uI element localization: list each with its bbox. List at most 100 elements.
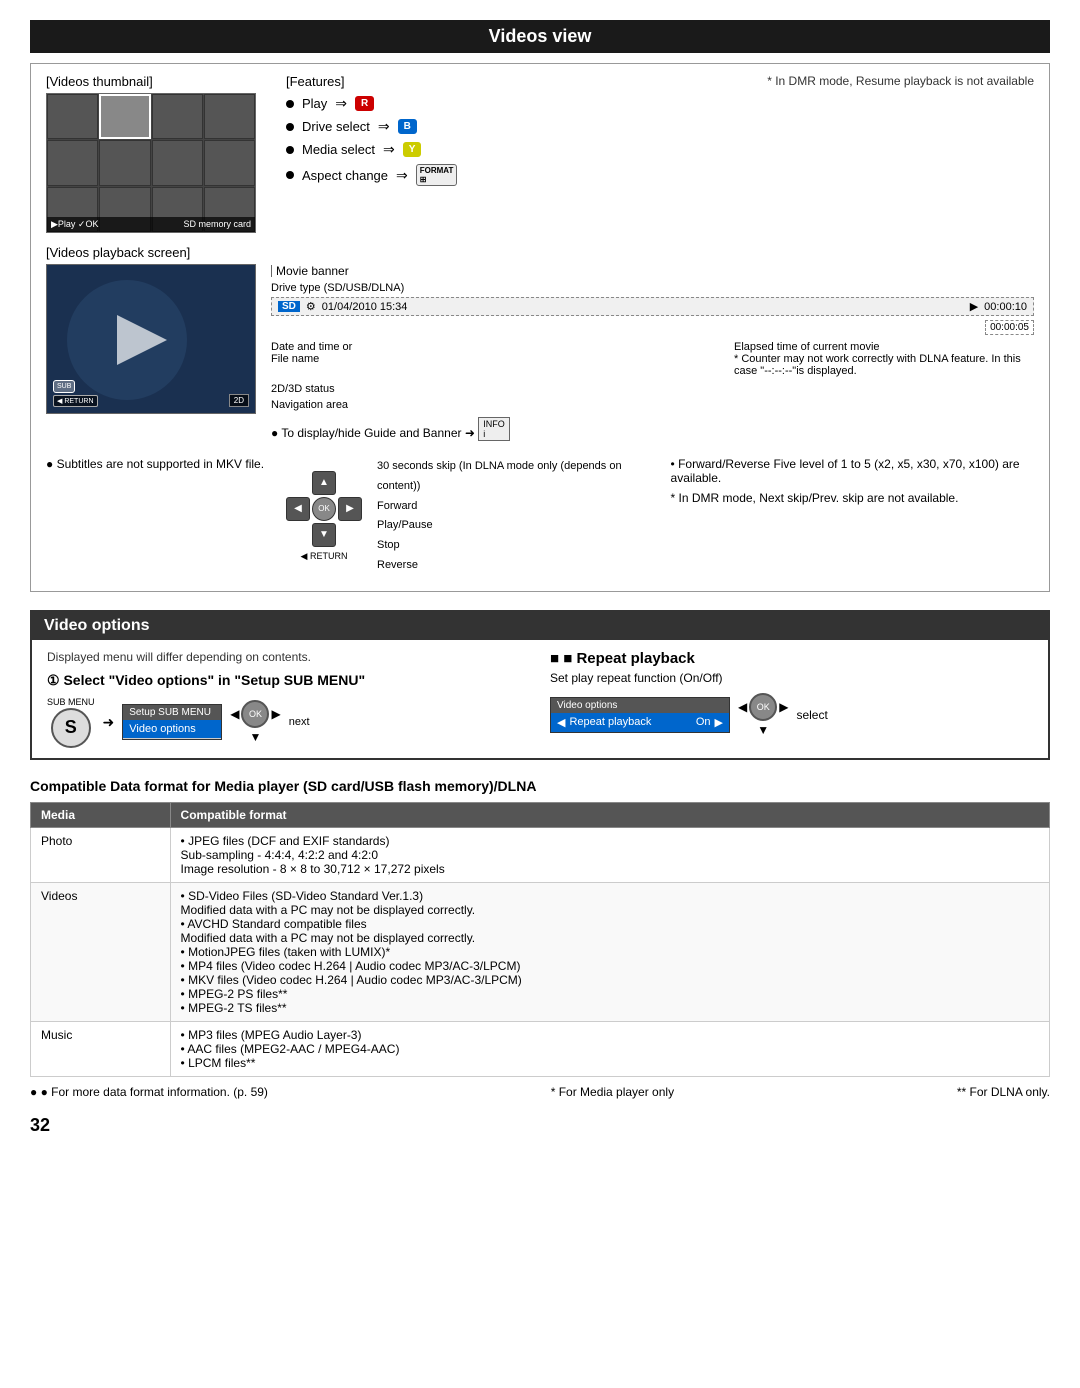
nav-area: ● Subtitles are not supported in MKV fil… <box>46 457 1034 576</box>
features-section: [Features] Play ⇒ R Drive select ⇒ B Med… <box>286 74 747 233</box>
bullet-footer: ● <box>30 1085 41 1099</box>
repeat-menu-row: ◀ Repeat playback On ▶ <box>551 713 729 732</box>
table-row-videos: Videos • SD-Video Files (SD-Video Standa… <box>31 882 1050 1021</box>
arrow-media: ⇒ <box>383 141 395 158</box>
th-format: Compatible format <box>170 802 1049 827</box>
arrow-down-ok: ▼ <box>250 730 262 744</box>
repeat-ok-d: ▼ <box>757 723 769 737</box>
section-title: Videos view <box>30 20 1050 53</box>
repeat-ok-button[interactable]: OK <box>749 693 777 721</box>
dpad-empty-tr <box>338 471 362 495</box>
nav-labels: 30 seconds skip (In DLNA mode only (depe… <box>377 457 631 576</box>
compat-title: Compatible Data format for Media player … <box>30 778 1050 794</box>
dpad-empty-tl <box>286 471 310 495</box>
repeat-menu-box: Video options ◀ Repeat playback On ▶ <box>550 697 730 733</box>
menu-diagram: SUB MENU S ➜ Setup SUB MENU Video option… <box>47 697 530 748</box>
status-labels: Date and time or File name Elapsed time … <box>271 341 1034 377</box>
dmr-skip-note: * In DMR mode, Next skip/Prev. skip are … <box>671 491 1034 505</box>
nav-stop-label: Stop <box>377 536 631 556</box>
setup-sub-menu-header: Setup SUB MENU <box>123 705 221 720</box>
dpad-wrapper: ▲ ◀ OK ▶ ▼ ◀ RETURN <box>286 471 362 562</box>
arrow-right-ok: ▶ <box>271 707 280 721</box>
thumb-cell-1 <box>47 94 98 139</box>
vo-left: Displayed menu will differ depending on … <box>47 650 530 748</box>
sub-icon: S <box>51 708 91 748</box>
playback-screen-label: [Videos playback screen] <box>46 245 1034 260</box>
td-videos-format: • SD-Video Files (SD-Video Standard Ver.… <box>170 882 1049 1021</box>
thumbnail-section: [Videos thumbnail] ▶Play <box>46 74 266 233</box>
compat-table: Media Compatible format Photo • JPEG fil… <box>30 802 1050 1077</box>
repeat-arrow-left[interactable]: ◀ <box>557 716 565 729</box>
table-body: Photo • JPEG files (DCF and EXIF standar… <box>31 827 1050 1076</box>
diagram-section: Movie banner Drive type (SD/USB/DLNA) SD… <box>271 264 1034 447</box>
next-label: next <box>289 716 310 728</box>
select-label: select <box>796 708 827 722</box>
ok-button[interactable]: OK <box>241 700 269 728</box>
dpad-right[interactable]: ▶ <box>338 497 362 521</box>
repeat-menu-header: Video options <box>551 698 729 713</box>
ok-ud: ▼ <box>250 730 262 744</box>
feature-media: Media select ⇒ Y <box>286 141 747 158</box>
ok-lr: ◀ OK ▶ <box>230 700 280 728</box>
arrow-drive: ⇒ <box>378 118 390 135</box>
nav-area-label: Navigation area <box>271 399 1034 411</box>
top-row: [Videos thumbnail] ▶Play <box>46 74 1034 233</box>
nav-reverse-label: Reverse <box>377 556 631 576</box>
ok-button-wrap: ◀ OK ▶ ▼ <box>230 700 280 744</box>
sd-badge: SD <box>278 301 300 312</box>
repeat-ok-wrap: ◀ OK ▶ ▼ <box>738 693 788 737</box>
button-b: B <box>398 119 417 134</box>
thumb-cell-2 <box>99 94 150 139</box>
elapsed-notes: Elapsed time of current movie * Counter … <box>734 341 1034 377</box>
page-number: 32 <box>30 1115 1050 1136</box>
feature-aspect-text: Aspect change <box>302 168 388 183</box>
thumb-cell-4 <box>204 94 255 139</box>
dpad-empty-bl <box>286 523 310 547</box>
arrow-play: ⇒ <box>335 95 347 112</box>
thumb-bar-right: SD memory card <box>183 219 251 230</box>
compat-section: Compatible Data format for Media player … <box>30 778 1050 1099</box>
nav-forward-label: Forward <box>377 497 631 517</box>
thumb-cell-3 <box>152 94 203 139</box>
video-options-section: Video options Displayed menu will differ… <box>30 610 1050 760</box>
arrow-to-menu: ➜ <box>103 714 115 731</box>
elapsed-box: 00:00:05 <box>985 320 1034 335</box>
dpad-diagram: ▲ ◀ OK ▶ ▼ ◀ RETURN 30 seconds skip (In … <box>286 457 631 576</box>
thumb-bottom-bar: ▶Play ✓OK SD memory card <box>47 217 255 232</box>
status-bar: SD ⚙ 01/04/2010 15:34 ▶ 00:00:10 <box>271 297 1034 316</box>
dpad-up[interactable]: ▲ <box>312 471 336 495</box>
dpad-down[interactable]: ▼ <box>312 523 336 547</box>
td-photo-media: Photo <box>31 827 171 882</box>
repeat-menu: Video options ◀ Repeat playback On ▶ ◀ O… <box>550 693 1033 737</box>
time-display: 00:00:10 <box>984 301 1027 313</box>
info-button-icon: INFOi <box>478 417 510 441</box>
elapsed-note-text: Elapsed time of current movie <box>734 341 1034 353</box>
movie-banner-row: Movie banner <box>271 264 1034 278</box>
sub-menu-icon-wrap: SUB MENU S <box>47 697 95 748</box>
thumb-grid <box>47 94 255 232</box>
forward-reverse-notes: • Forward/Reverse Five level of 1 to 5 (… <box>671 457 1034 576</box>
button-y: Y <box>403 142 422 157</box>
dpad: ▲ ◀ OK ▶ ▼ <box>286 471 362 547</box>
dpad-center-ok[interactable]: OK <box>312 497 336 521</box>
thumbnail-label: [Videos thumbnail] <box>46 74 266 89</box>
info-note: ● To display/hide Guide and Banner ➜ INF… <box>271 417 1034 441</box>
feature-play: Play ⇒ R <box>286 95 747 112</box>
repeat-value: On <box>696 716 711 728</box>
footer-notes: ● ● For more data format information. (p… <box>30 1085 1050 1099</box>
dpad-left[interactable]: ◀ <box>286 497 310 521</box>
playback-row: SUB ◀ RETURN 2D Movie banner Drive type … <box>46 264 1034 447</box>
screen-2d-badge: 2D <box>229 394 249 407</box>
arrow-aspect: ⇒ <box>396 167 408 184</box>
thumb-cell-6 <box>99 140 150 185</box>
feature-drive-text: Drive select <box>302 119 370 134</box>
repeat-arrow-right[interactable]: ▶ <box>715 716 723 729</box>
movie-banner-label: Movie banner <box>276 264 349 278</box>
fr-note-1: • Forward/Reverse Five level of 1 to 5 (… <box>671 457 1034 485</box>
screen-overlay-buttons: SUB <box>53 380 75 393</box>
counter-note-text: * Counter may not work correctly with DL… <box>734 353 1034 377</box>
play-icon: ▶ <box>970 300 978 313</box>
repeat-header: ■ Repeat playback <box>550 650 1033 667</box>
menu-item-video-options[interactable]: Video options <box>123 720 221 739</box>
thumb-bar-left: ▶Play ✓OK <box>51 219 98 230</box>
